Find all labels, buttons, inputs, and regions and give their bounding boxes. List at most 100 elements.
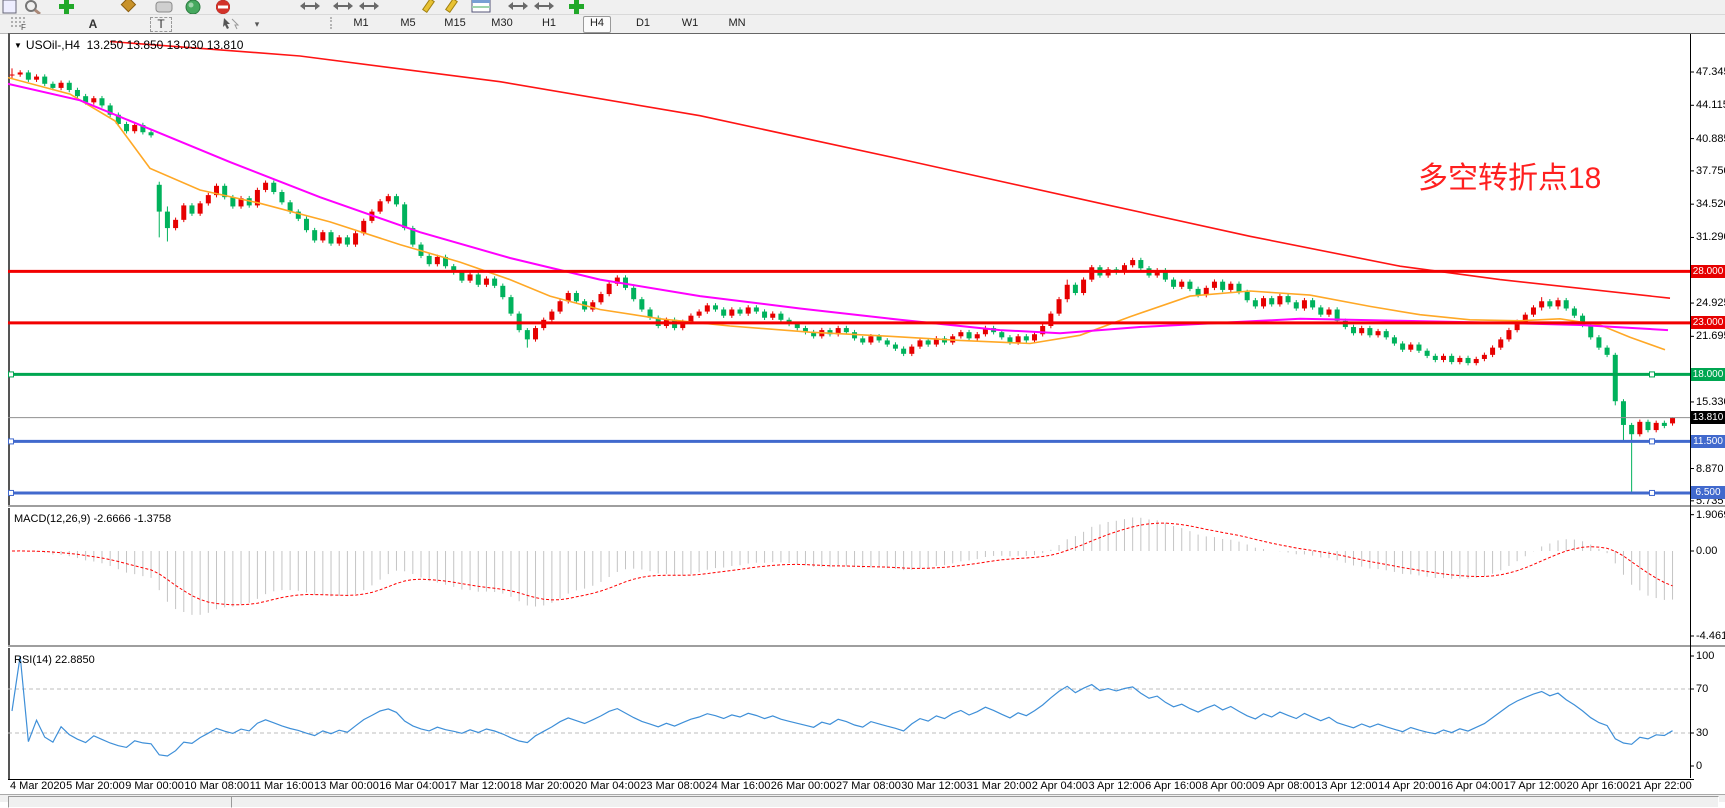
line-handle[interactable] — [1650, 439, 1655, 444]
time-label: 31 Mar 20:00 — [967, 780, 1032, 794]
candle — [1457, 358, 1462, 362]
candle — [1425, 351, 1430, 356]
price-badge-11.500: 11.500 — [1691, 435, 1725, 448]
macd-plot[interactable] — [12, 517, 1673, 614]
candle — [75, 90, 80, 96]
candle — [958, 332, 963, 336]
candle — [500, 286, 505, 297]
candle — [394, 196, 399, 204]
candle — [770, 314, 775, 318]
candle — [778, 314, 783, 320]
time-label: 17 Mar 12:00 — [445, 780, 510, 794]
candle — [598, 294, 603, 302]
candle — [337, 237, 342, 243]
time-label: 27 Mar 08:00 — [836, 780, 901, 794]
chart-canvas[interactable] — [0, 0, 1725, 801]
candle — [1482, 355, 1487, 359]
candle — [1449, 356, 1454, 362]
time-label: 14 Apr 20:00 — [1378, 780, 1440, 794]
time-label: 16 Mar 04:00 — [379, 780, 444, 794]
macd-tick: -4.4614 — [1696, 630, 1725, 642]
candle — [1187, 282, 1192, 289]
status-cell-right — [231, 796, 1719, 808]
candle — [1016, 336, 1021, 342]
candle — [1179, 282, 1184, 287]
line-handle[interactable] — [9, 372, 14, 377]
candle — [42, 77, 47, 84]
candle — [1359, 328, 1364, 333]
candle — [1588, 325, 1593, 337]
rsi-label: RSI(14) 22.8850 — [14, 654, 95, 666]
line-handle[interactable] — [9, 439, 14, 444]
candle — [18, 72, 23, 74]
chart-info-line[interactable]: ▼USOil-,H4 13.250 13.850 13.030 13.810 — [14, 38, 243, 52]
candle — [1605, 348, 1610, 355]
candle — [173, 220, 178, 228]
macd-splitter[interactable] — [8, 505, 1725, 508]
time-label: 3 Apr 12:00 — [1088, 780, 1144, 794]
candle — [574, 293, 579, 301]
candle — [738, 310, 743, 314]
candle — [1089, 267, 1094, 279]
price-tick: 40.885 — [1696, 133, 1725, 145]
time-label: 13 Mar 00:00 — [314, 780, 379, 794]
candle — [1326, 310, 1331, 315]
candle — [345, 237, 350, 244]
time-label: 17 Apr 12:00 — [1504, 780, 1566, 794]
macd-tick: 1.9069 — [1696, 509, 1725, 521]
time-axis[interactable]: 4 Mar 20205 Mar 20:009 Mar 00:0010 Mar 0… — [8, 779, 1694, 794]
candle — [157, 185, 162, 212]
candle — [181, 205, 186, 219]
line-handle[interactable] — [1650, 372, 1655, 377]
time-label: 6 Apr 16:00 — [1145, 780, 1201, 794]
candle — [549, 312, 554, 320]
symbol-dropdown-icon[interactable]: ▼ — [14, 41, 22, 50]
line-handle[interactable] — [1650, 490, 1655, 495]
price-badge-6.500: 6.500 — [1691, 486, 1725, 499]
candle — [1629, 425, 1634, 434]
candle — [1613, 355, 1618, 401]
candle — [868, 336, 873, 342]
candle — [165, 212, 170, 228]
candle — [132, 125, 137, 131]
candle — [967, 332, 972, 338]
candle — [1073, 285, 1078, 293]
candle — [917, 340, 922, 346]
candle — [1310, 300, 1315, 307]
candle — [844, 328, 849, 332]
candle — [705, 305, 710, 311]
ohlc-values: 13.250 13.850 13.030 13.810 — [87, 38, 244, 52]
candle — [435, 257, 440, 264]
candle — [1646, 422, 1651, 430]
candle — [1376, 331, 1381, 335]
time-label: 21 Apr 22:00 — [1629, 780, 1691, 794]
time-label: 20 Apr 16:00 — [1567, 780, 1629, 794]
time-label: 20 Mar 04:00 — [575, 780, 640, 794]
main-plot[interactable] — [8, 42, 1675, 493]
price-badge-23.000: 23.000 — [1691, 316, 1725, 329]
candle — [361, 221, 366, 233]
candle — [558, 301, 563, 311]
time-label: 18 Mar 20:00 — [510, 780, 575, 794]
candle — [1261, 298, 1266, 306]
candle — [1572, 308, 1577, 315]
time-label: 30 Mar 12:00 — [901, 780, 966, 794]
rsi-splitter[interactable] — [8, 645, 1725, 648]
time-label: 4 Mar 2020 — [10, 780, 66, 794]
rsi-plot[interactable] — [8, 656, 1690, 756]
candle — [99, 98, 104, 105]
chart-text-annotation[interactable]: 多空转折点18 — [1418, 153, 1601, 197]
candle — [901, 349, 906, 354]
candle — [1466, 358, 1471, 363]
candle — [1556, 300, 1561, 306]
candle — [1408, 345, 1413, 350]
line-handle[interactable] — [9, 490, 14, 495]
candle — [1032, 334, 1037, 340]
candle — [926, 340, 931, 344]
rsi-line — [12, 656, 1673, 756]
candle — [607, 284, 612, 294]
candle — [312, 230, 317, 240]
candle — [1269, 298, 1274, 304]
candle — [1506, 330, 1511, 339]
time-label: 8 Apr 00:00 — [1202, 780, 1258, 794]
